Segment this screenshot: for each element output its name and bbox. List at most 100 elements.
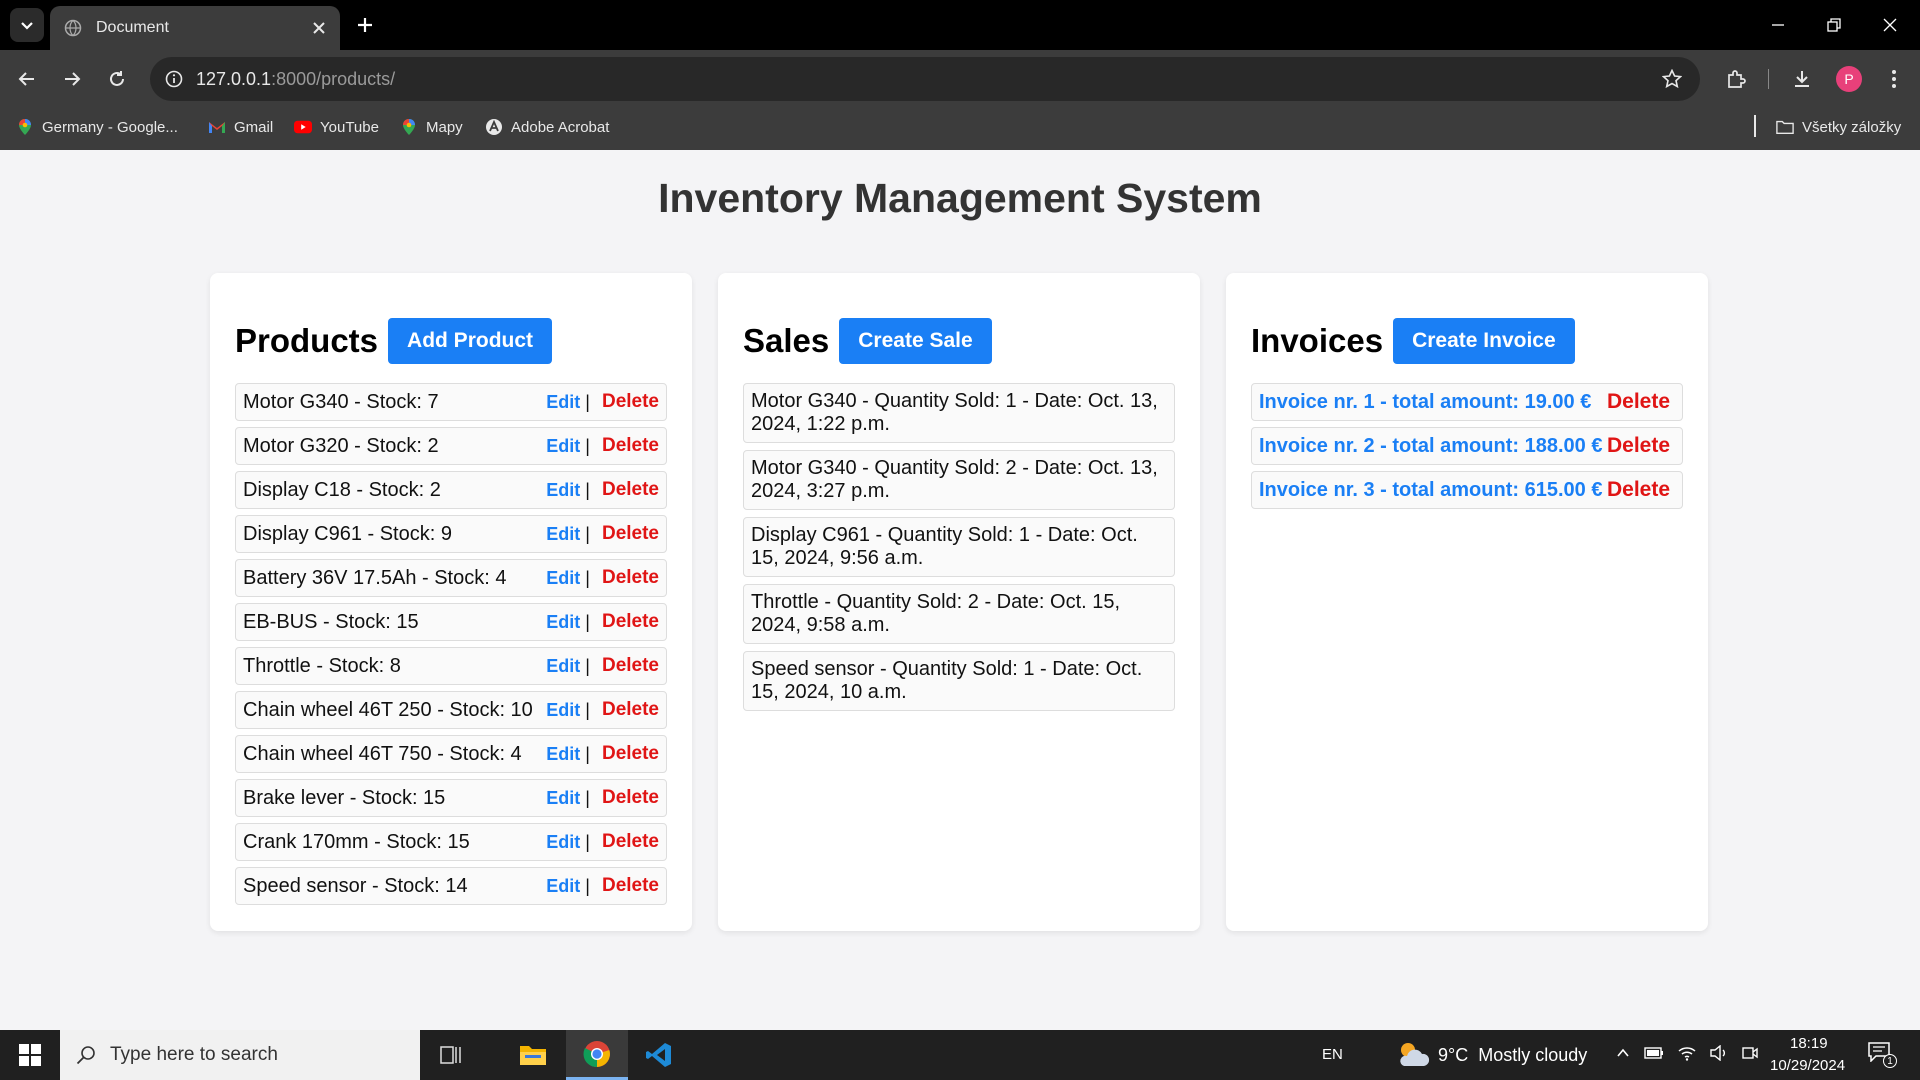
weather-widget[interactable]: 9°C Mostly cloudy — [1396, 1040, 1587, 1070]
bookmarks-bar: Germany - Google... Gmail YouTube Mapy A… — [0, 108, 1920, 150]
edit-link[interactable]: Edit — [546, 700, 580, 721]
restore-button[interactable] — [1804, 6, 1864, 44]
link-separator: | — [585, 523, 590, 544]
product-text: Motor G340 - Stock: 7 — [243, 390, 439, 413]
extensions-button[interactable] — [1720, 63, 1752, 95]
link-separator: | — [585, 435, 590, 456]
chrome-icon — [583, 1040, 610, 1067]
minimize-button[interactable] — [1748, 6, 1808, 44]
wifi-icon[interactable] — [1678, 1045, 1696, 1061]
chevron-up-icon[interactable] — [1616, 1046, 1630, 1060]
product-text: Battery 36V 17.5Ah - Stock: 4 — [243, 566, 507, 589]
bookmark-gmail[interactable]: Gmail — [208, 118, 273, 136]
language-indicator[interactable]: EN — [1322, 1046, 1343, 1063]
close-icon[interactable] — [312, 21, 326, 35]
edit-link[interactable]: Edit — [546, 480, 580, 501]
edit-link[interactable]: Edit — [546, 656, 580, 677]
invoice-row: Invoice nr. 3 - total amount: 615.00 € De… — [1251, 471, 1683, 509]
maps-pin-icon — [400, 118, 418, 136]
bookmark-adobe-acrobat[interactable]: Adobe Acrobat — [485, 118, 609, 136]
site-info-button[interactable] — [160, 65, 188, 93]
delete-link[interactable]: Delete — [602, 479, 659, 501]
edit-link[interactable]: Edit — [546, 392, 580, 413]
tab-search-button[interactable] — [10, 8, 44, 42]
address-bar[interactable]: 127.0.0.1:8000/products/ — [150, 57, 1700, 101]
delete-link[interactable]: Delete — [602, 875, 659, 897]
product-text: Display C961 - Stock: 9 — [243, 522, 452, 545]
add-product-button[interactable]: Add Product — [388, 318, 553, 364]
meet-now-icon[interactable] — [1742, 1045, 1758, 1061]
delete-link[interactable]: Delete — [602, 699, 659, 721]
task-view-button[interactable] — [420, 1030, 482, 1080]
delete-link[interactable]: Delete — [602, 391, 659, 413]
bookmark-mapy[interactable]: Mapy — [400, 118, 463, 136]
page-title: Inventory Management System — [658, 175, 1262, 221]
minimize-icon — [1772, 24, 1784, 26]
link-separator: | — [585, 655, 590, 676]
clock-date[interactable]: 10/29/2024 — [1770, 1057, 1845, 1074]
delete-link[interactable]: Delete — [602, 831, 659, 853]
chrome-taskbar-button[interactable] — [566, 1030, 628, 1080]
invoice-link[interactable]: Invoice nr. 2 - total amount: 188.00 € — [1259, 435, 1607, 458]
browser-menu-button[interactable] — [1878, 63, 1910, 95]
edit-link[interactable]: Edit — [546, 524, 580, 545]
notifications-button[interactable]: 1 — [1868, 1042, 1898, 1070]
delete-link[interactable]: Delete — [602, 567, 659, 589]
delete-link[interactable]: Delete — [602, 435, 659, 457]
delete-link[interactable]: Delete — [1607, 434, 1670, 458]
delete-link[interactable]: Delete — [1607, 478, 1670, 502]
clock-time[interactable]: 18:19 — [1790, 1035, 1828, 1052]
browser-tab[interactable]: Document — [50, 6, 340, 50]
url-host: 127.0.0.1 — [196, 69, 272, 89]
delete-link[interactable]: Delete — [602, 743, 659, 765]
edit-link[interactable]: Edit — [546, 744, 580, 765]
profile-avatar[interactable]: P — [1836, 66, 1862, 92]
bookmark-star-button[interactable] — [1658, 65, 1686, 93]
taskbar-search[interactable]: Type here to search — [60, 1030, 420, 1080]
product-text: EB-BUS - Stock: 15 — [243, 610, 419, 633]
info-icon — [165, 70, 183, 88]
create-sale-button[interactable]: Create Sale — [839, 318, 992, 364]
product-text: Speed sensor - Stock: 14 — [243, 874, 468, 897]
close-window-button[interactable] — [1860, 6, 1920, 44]
invoice-link[interactable]: Invoice nr. 3 - total amount: 615.00 € — [1259, 479, 1607, 502]
speaker-icon[interactable] — [1710, 1045, 1728, 1061]
link-separator: | — [585, 699, 590, 720]
downloads-button[interactable] — [1786, 63, 1818, 95]
restore-icon — [1827, 18, 1841, 32]
system-tray — [1616, 1045, 1758, 1061]
edit-link[interactable]: Edit — [546, 832, 580, 853]
delete-link[interactable]: Delete — [602, 787, 659, 809]
delete-link[interactable]: Delete — [1607, 390, 1670, 414]
plus-icon — [358, 18, 372, 32]
battery-icon[interactable] — [1644, 1046, 1664, 1060]
delete-link[interactable]: Delete — [602, 611, 659, 633]
delete-link[interactable]: Delete — [602, 523, 659, 545]
chevron-down-icon — [21, 22, 33, 30]
link-separator: | — [585, 831, 590, 852]
edit-link[interactable]: Edit — [546, 568, 580, 589]
create-invoice-button[interactable]: Create Invoice — [1393, 318, 1575, 364]
invoice-link[interactable]: Invoice nr. 1 - total amount: 19.00 € — [1259, 391, 1607, 414]
link-separator: | — [585, 875, 590, 896]
file-explorer-button[interactable] — [502, 1030, 564, 1080]
bookmark-germany-maps[interactable]: Germany - Google... — [16, 118, 178, 136]
edit-link[interactable]: Edit — [546, 876, 580, 897]
all-bookmarks-button[interactable]: Všetky záložky — [1776, 118, 1901, 136]
maps-pin-icon — [16, 118, 34, 136]
edit-link[interactable]: Edit — [546, 788, 580, 809]
new-tab-button[interactable] — [350, 10, 380, 40]
reload-button[interactable] — [101, 63, 133, 95]
start-button[interactable] — [0, 1030, 60, 1080]
product-text: Display C18 - Stock: 2 — [243, 478, 441, 501]
forward-button[interactable] — [56, 63, 88, 95]
back-button[interactable] — [11, 63, 43, 95]
bookmark-youtube[interactable]: YouTube — [294, 118, 379, 136]
vscode-taskbar-button[interactable] — [628, 1030, 690, 1080]
edit-link[interactable]: Edit — [546, 612, 580, 633]
toolbar-divider — [1768, 69, 1769, 89]
delete-link[interactable]: Delete — [602, 655, 659, 677]
product-text: Chain wheel 46T 250 - Stock: 10 — [243, 698, 533, 721]
edit-link[interactable]: Edit — [546, 436, 580, 457]
products-heading: Products — [235, 322, 379, 359]
